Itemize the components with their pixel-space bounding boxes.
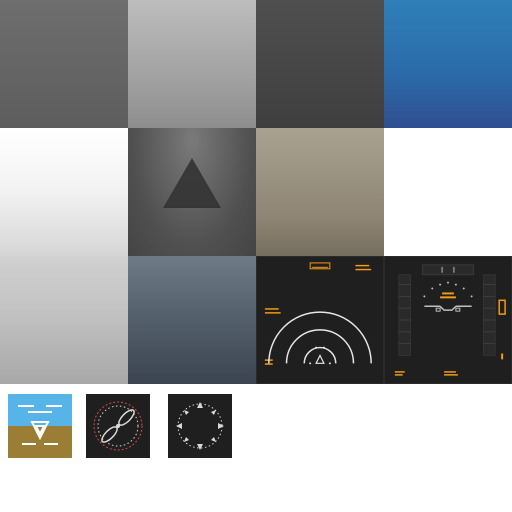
- texture-tile-04: [384, 0, 512, 128]
- radar-arc-panel-svg: [264, 262, 372, 365]
- texture-tile-03: [256, 0, 384, 128]
- texture-tile-05: [0, 128, 128, 384]
- texture-tile-08: [128, 256, 256, 384]
- texture-tile-07: [256, 128, 384, 256]
- radar-arc-panel: [256, 256, 384, 384]
- attitude-scale-panel: [384, 256, 512, 384]
- compass-rose-icon: [168, 394, 232, 458]
- texture-tile-06: [128, 128, 256, 256]
- triangle-icon: [163, 158, 221, 208]
- texture-atlas: [0, 0, 512, 512]
- texture-tile-01: [0, 0, 128, 128]
- attitude-scale-panel-svg: [394, 264, 506, 376]
- texture-tile-02: [128, 0, 256, 128]
- attitude-indicator-icon: [8, 394, 72, 458]
- propeller-gauge-icon: [86, 394, 150, 458]
